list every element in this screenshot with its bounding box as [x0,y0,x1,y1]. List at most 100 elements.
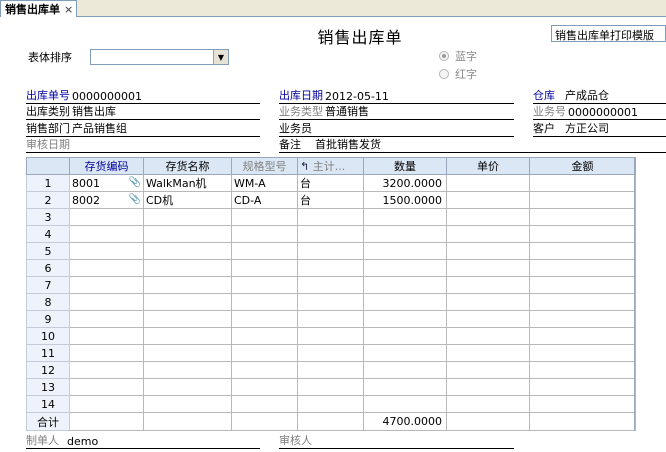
row-number[interactable]: 9 [26,310,70,328]
clerk-field[interactable]: 业务员 [279,121,514,137]
cell-name[interactable] [143,259,232,277]
cell-name[interactable] [143,361,232,379]
cell-qty[interactable] [363,225,447,243]
row-number[interactable]: 4 [26,225,70,243]
cell-amount[interactable] [529,378,636,396]
col-header-name[interactable]: 存货名称 [143,157,232,175]
cell-unit[interactable] [297,259,364,277]
cell-unit[interactable] [297,361,364,379]
remark-field[interactable]: 备注 首批销售发货 [279,137,666,153]
col-header-unit[interactable]: ↰ 主计... [297,157,364,175]
table-row[interactable]: 9 [26,310,636,328]
cell-code[interactable] [69,344,144,362]
cell-amount[interactable] [529,395,636,413]
cell-qty[interactable]: 3200.0000 [363,174,447,192]
cell-code[interactable] [69,208,144,226]
col-header-code[interactable]: 存货编码 [69,157,144,175]
cell-price[interactable] [446,395,530,413]
cell-amount[interactable] [529,361,636,379]
cell-price[interactable] [446,242,530,260]
cell-unit[interactable] [297,225,364,243]
cell-amount[interactable] [529,174,636,192]
cell-amount[interactable] [529,191,636,209]
table-row[interactable]: 12 [26,361,636,379]
maker-field[interactable]: 制单人 demo [26,433,260,449]
cell-name[interactable] [143,276,232,294]
cell-unit[interactable] [297,208,364,226]
cell-spec[interactable] [231,361,298,379]
cell-spec[interactable] [231,310,298,328]
cell-spec[interactable] [231,395,298,413]
cell-amount[interactable] [529,344,636,362]
cell-qty[interactable] [363,395,447,413]
cell-price[interactable] [446,327,530,345]
doc-no-field[interactable]: 出库单号 0000000001 [26,88,260,104]
table-row[interactable]: 1 8001 📎 WalkMan机 WM-A 台 3200.0000 [26,174,636,192]
biz-no-field[interactable]: 业务号 0000000001 [533,104,666,120]
chevron-down-icon[interactable]: ▼ [213,50,228,64]
cell-qty[interactable] [363,259,447,277]
row-number[interactable]: 5 [26,242,70,260]
cell-qty[interactable] [363,361,447,379]
cell-qty[interactable] [363,293,447,311]
cell-qty[interactable] [363,327,447,345]
biz-type-field[interactable]: 业务类型 普通销售 [279,104,514,120]
col-header-price[interactable]: 单价 [446,157,530,175]
table-row[interactable]: 6 [26,259,636,277]
cell-code[interactable] [69,276,144,294]
cell-unit[interactable] [297,344,364,362]
cell-price[interactable] [446,225,530,243]
cell-amount[interactable] [529,293,636,311]
row-number[interactable]: 3 [26,208,70,226]
cell-spec[interactable]: CD-A [231,191,298,209]
cell-qty[interactable] [363,310,447,328]
cell-code[interactable]: 8001 📎 [69,174,144,192]
table-row[interactable]: 14 [26,395,636,413]
cell-unit[interactable]: 台 [297,174,364,192]
cell-spec[interactable] [231,344,298,362]
cell-name[interactable]: WalkMan机 [143,174,232,192]
cell-name[interactable] [143,378,232,396]
col-header-qty[interactable]: 数量 [363,157,447,175]
dept-field[interactable]: 销售部门 产品销售组 [26,121,260,137]
cell-spec[interactable] [231,259,298,277]
tab-sales-outbound[interactable]: 销售出库单 × [0,0,78,17]
cell-spec[interactable]: WM-A [231,174,298,192]
cell-unit[interactable] [297,242,364,260]
cell-name[interactable]: CD机 [143,191,232,209]
table-row[interactable]: 13 [26,378,636,396]
cell-price[interactable] [446,310,530,328]
auditor-field[interactable]: 审核人 [279,433,514,449]
cell-qty[interactable] [363,208,447,226]
cell-spec[interactable] [231,327,298,345]
cell-price[interactable] [446,259,530,277]
row-number[interactable]: 11 [26,344,70,362]
out-type-field[interactable]: 出库类别 销售出库 [26,104,260,120]
cell-price[interactable] [446,276,530,294]
cell-unit[interactable] [297,276,364,294]
table-row[interactable]: 11 [26,344,636,362]
cell-spec[interactable] [231,225,298,243]
cell-unit[interactable] [297,327,364,345]
table-row[interactable]: 7 [26,276,636,294]
cell-name[interactable] [143,310,232,328]
row-number[interactable]: 7 [26,276,70,294]
cell-name[interactable] [143,293,232,311]
paperclip-icon[interactable]: 📎 [129,177,141,188]
cell-name[interactable] [143,344,232,362]
radio-blue[interactable]: 蓝字 [439,48,477,64]
cell-price[interactable] [446,208,530,226]
cell-unit[interactable] [297,378,364,396]
doc-date-field[interactable]: 出库日期 2012-05-11 [279,88,514,104]
cell-code[interactable] [69,242,144,260]
cell-qty[interactable] [363,242,447,260]
row-number[interactable]: 6 [26,259,70,277]
table-row[interactable]: 2 8002 📎 CD机 CD-A 台 1500.0000 [26,191,636,209]
cell-price[interactable] [446,378,530,396]
cell-amount[interactable] [529,276,636,294]
table-row[interactable]: 10 [26,327,636,345]
cell-amount[interactable] [529,242,636,260]
cell-price[interactable] [446,361,530,379]
customer-field[interactable]: 客户 方正公司 [533,121,666,137]
cell-price[interactable] [446,344,530,362]
